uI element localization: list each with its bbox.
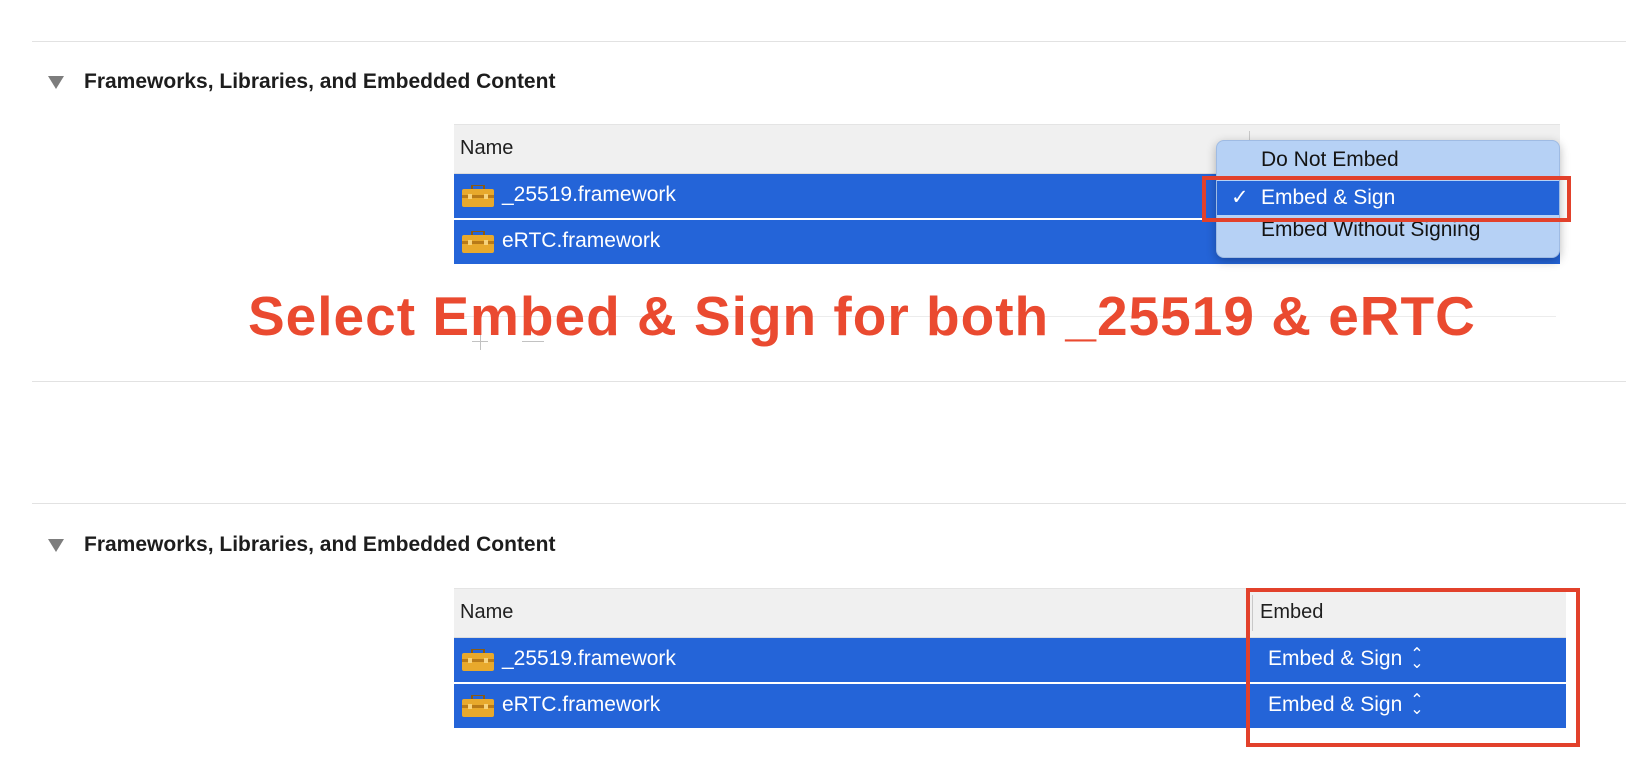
divider	[32, 381, 1626, 382]
section-title: Frameworks, Libraries, and Embedded Cont…	[84, 70, 556, 93]
section-header-frameworks[interactable]: Frameworks, Libraries, and Embedded Cont…	[48, 533, 555, 557]
divider	[32, 41, 1626, 42]
disclosure-triangle-icon[interactable]	[48, 75, 64, 89]
instruction-annotation: Select Embed & Sign for both _25519 & eR…	[248, 285, 1476, 347]
section-title: Frameworks, Libraries, and Embedded Cont…	[84, 533, 556, 556]
callout-box-embed-sign-option	[1202, 176, 1571, 222]
menu-item-do-not-embed[interactable]: Do Not Embed	[1217, 143, 1559, 177]
callout-box-embed-column	[1246, 588, 1580, 747]
toolbox-icon	[462, 695, 494, 717]
divider	[32, 503, 1626, 504]
menu-item-label: Do Not Embed	[1261, 148, 1399, 171]
column-header-name[interactable]: Name	[460, 601, 513, 624]
toolbox-icon	[462, 185, 494, 207]
disclosure-triangle-icon[interactable]	[48, 538, 64, 552]
section-header-frameworks[interactable]: Frameworks, Libraries, and Embedded Cont…	[48, 70, 555, 94]
toolbox-icon	[462, 649, 494, 671]
framework-name: eRTC.framework	[502, 229, 661, 252]
framework-name: _25519.framework	[502, 647, 676, 670]
framework-name: _25519.framework	[502, 183, 676, 206]
framework-name: eRTC.framework	[502, 693, 661, 716]
column-header-name[interactable]: Name	[460, 137, 513, 160]
toolbox-icon	[462, 231, 494, 253]
